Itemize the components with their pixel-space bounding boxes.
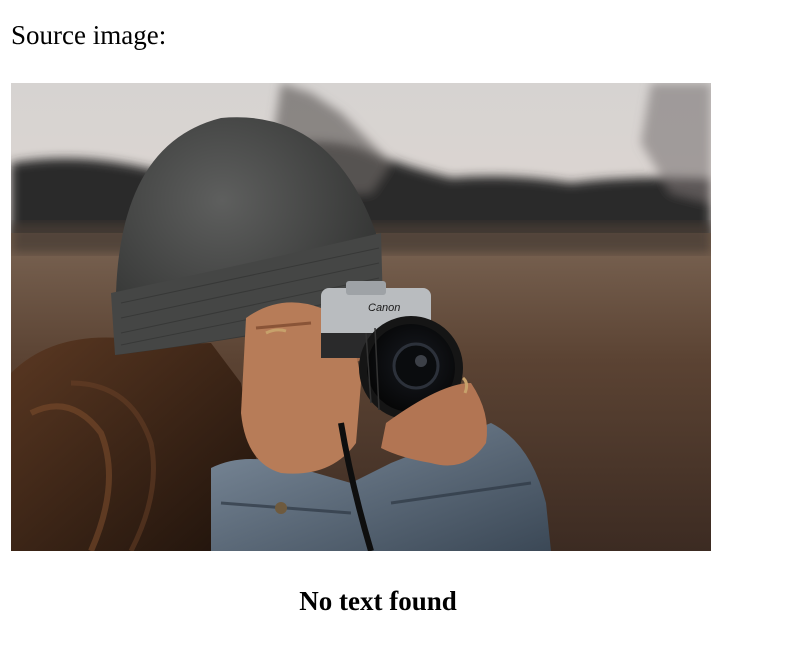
camera-brand-mark: Canon [368,302,400,314]
ocr-result-message: No text found [299,586,457,616]
source-photo: Canon [11,83,711,551]
source-image-heading: Source image: [11,20,167,50]
page-root: Source image: Canon No text found [0,0,803,645]
